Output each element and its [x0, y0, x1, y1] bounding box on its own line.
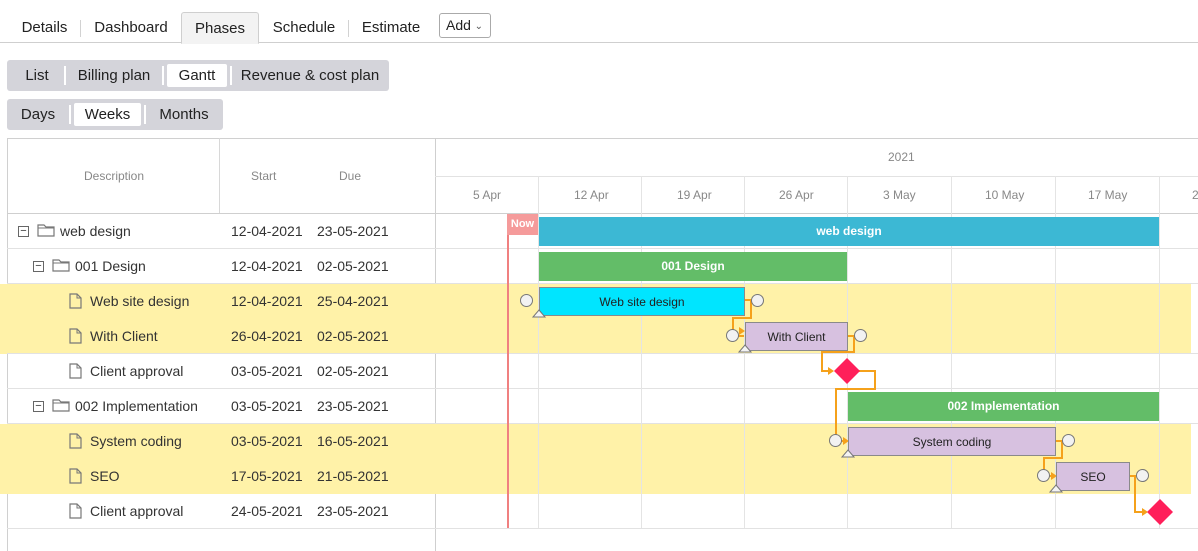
progress-handle[interactable] [841, 449, 855, 458]
gantt-task-web-site-design[interactable]: Web site design [539, 287, 745, 316]
gantt-bar-web-design[interactable]: web design [539, 217, 1159, 246]
milestone-client-approval[interactable] [833, 357, 861, 385]
link-handle-start[interactable] [829, 434, 842, 447]
gantt-bar-001-design[interactable]: 001 Design [539, 252, 847, 281]
link-handle-end[interactable] [854, 329, 867, 342]
progress-handle[interactable] [532, 309, 546, 318]
progress-handle[interactable] [738, 344, 752, 353]
gantt-task-with-client[interactable]: With Client [745, 322, 848, 351]
link-handle-end[interactable] [1136, 469, 1149, 482]
gantt-task-seo[interactable]: SEO [1056, 462, 1130, 491]
milestone-client-approval-final[interactable] [1146, 498, 1174, 526]
gantt-task-system-coding[interactable]: System coding [848, 427, 1056, 456]
link-handle-start[interactable] [1037, 469, 1050, 482]
link-handle-start[interactable] [726, 329, 739, 342]
link-handle-end[interactable] [751, 294, 764, 307]
link-handle-start[interactable] [520, 294, 533, 307]
link-handle-end[interactable] [1062, 434, 1075, 447]
progress-handle[interactable] [1049, 484, 1063, 493]
gantt-bar-002-implementation[interactable]: 002 Implementation [848, 392, 1159, 421]
